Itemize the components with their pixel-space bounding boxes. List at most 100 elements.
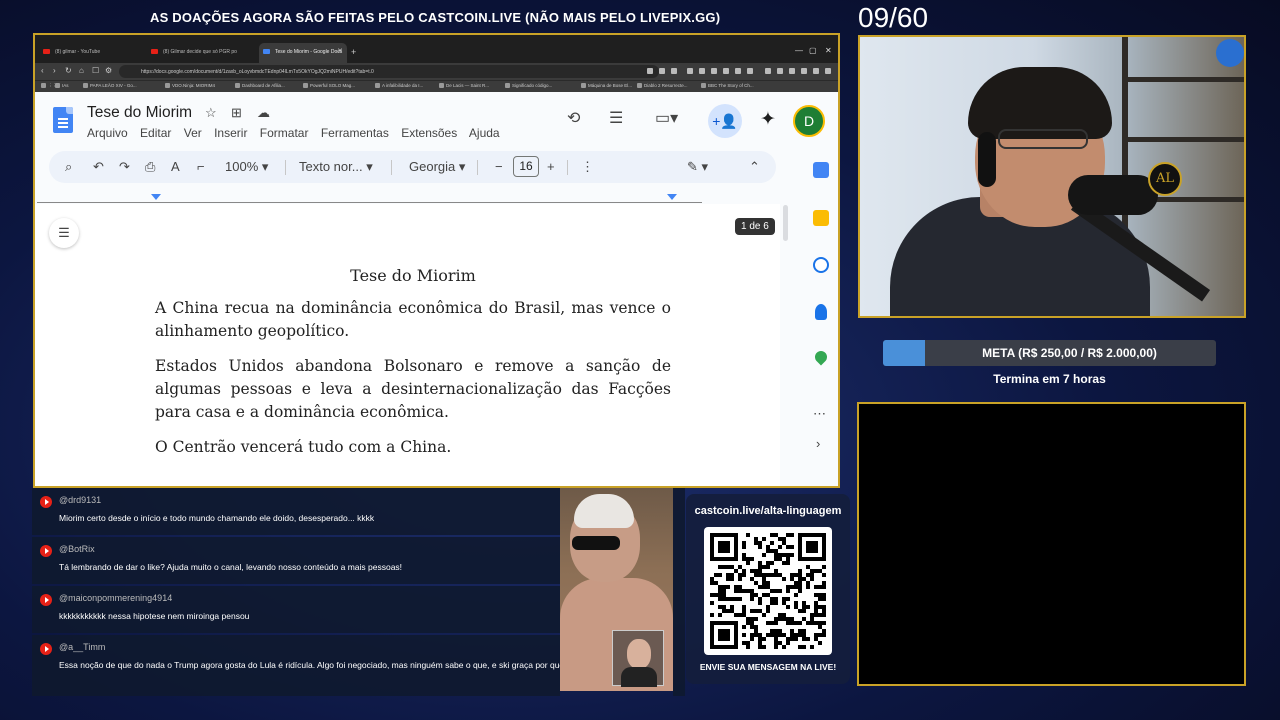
document-page[interactable]: Tese do Miorim A China recua na dominânc…: [35, 204, 780, 486]
style-select[interactable]: Texto nor... ▾: [299, 159, 373, 175]
bookmark-item[interactable]: Powerful SOLO Mag...: [303, 83, 355, 89]
document-heading: Tese do Miorim: [350, 266, 476, 285]
tab-youtube-1[interactable]: (8) gilmar - YouTube: [39, 43, 145, 63]
document-body[interactable]: Tese do Miorim A China recua na dominânc…: [155, 264, 671, 471]
folder-icon: [55, 83, 60, 89]
bookmark-item[interactable]: IAs: [55, 83, 69, 89]
more-options-icon[interactable]: ⋮: [581, 159, 594, 175]
qr-donation-card: castcoin.live/alta-linguagem ENVIE SUA M…: [686, 494, 850, 684]
bookmark-item[interactable]: Máquina de Bose El...: [581, 83, 632, 89]
undo-icon[interactable]: ↶: [93, 159, 104, 175]
maximize-icon[interactable]: ▢: [809, 46, 817, 55]
meet-icon[interactable]: ▭▾: [655, 108, 678, 128]
comments-icon[interactable]: ☰: [609, 108, 623, 128]
donation-banner: AS DOAÇÕES AGORA SÃO FEITAS PELO CASTCOI…: [150, 10, 721, 25]
url-input[interactable]: https://docs.google.com/document/d/1zaxb…: [119, 65, 659, 78]
bookmark-item[interactable]: A infalibilidade da I...: [375, 83, 423, 89]
profile-icon[interactable]: [813, 68, 819, 74]
bookmark-item[interactable]: BBC The Story of Ch...: [701, 83, 754, 89]
chat-text: Miorim certo desde o início e todo mundo…: [59, 513, 375, 523]
qr-code[interactable]: [704, 527, 832, 655]
search-icon[interactable]: ⌕: [65, 159, 72, 175]
decrease-font-icon[interactable]: −: [495, 159, 503, 174]
calendar-icon[interactable]: [813, 162, 829, 178]
media-icon[interactable]: [765, 68, 771, 74]
menu-icon[interactable]: [825, 68, 831, 74]
reload-icon[interactable]: ↻: [65, 66, 72, 75]
print-icon[interactable]: ⎙: [145, 159, 155, 175]
home-icon[interactable]: ⌂: [79, 66, 84, 75]
menu-inserir[interactable]: Inserir: [214, 126, 247, 140]
close-window-icon[interactable]: ✕: [825, 46, 832, 55]
menu-extensoes[interactable]: Extensões: [401, 126, 457, 140]
tasks-icon[interactable]: [813, 257, 829, 273]
scrollbar[interactable]: [783, 205, 788, 241]
bookmark-item[interactable]: PAPA LEÃO XIV - Go...: [83, 83, 137, 89]
right-indent-marker[interactable]: [667, 194, 677, 200]
share-button[interactable]: +👤: [708, 104, 742, 138]
keep-icon[interactable]: [813, 210, 829, 226]
bookmark-item[interactable]: Diablo 2 Resurrecte...: [637, 83, 688, 89]
extension-icon[interactable]: [723, 68, 729, 74]
tab-label: (8) Gilmar decide que só PGR po: [163, 49, 237, 55]
maps-icon[interactable]: [812, 348, 830, 366]
contacts-icon[interactable]: [815, 304, 827, 320]
account-avatar[interactable]: D: [793, 105, 825, 137]
outline-icon[interactable]: ☰: [49, 218, 79, 248]
site-info-icon[interactable]: ⚙: [105, 66, 112, 75]
toolbar-divider: [567, 160, 568, 175]
gemini-icon[interactable]: ✦: [760, 108, 776, 131]
history-icon[interactable]: ⟲: [567, 108, 580, 128]
increase-font-icon[interactable]: +: [547, 159, 555, 174]
collapse-menu-icon[interactable]: ⌃: [749, 159, 760, 175]
chat-username: @BotRix: [59, 544, 95, 554]
tab-youtube-2[interactable]: (8) Gilmar decide que só PGR po: [147, 43, 257, 63]
minimize-icon[interactable]: —: [795, 46, 803, 55]
more-apps-icon[interactable]: ⋯: [813, 406, 826, 422]
extension-icon[interactable]: [711, 68, 717, 74]
chat-username: @a__Timm: [59, 642, 106, 652]
zoom-icon[interactable]: [647, 68, 653, 74]
extension-icon[interactable]: [735, 68, 741, 74]
star-icon[interactable]: ☆: [205, 105, 217, 121]
menu-editar[interactable]: Editar: [140, 126, 171, 140]
star-icon[interactable]: [671, 68, 677, 74]
new-tab-icon[interactable]: +: [351, 47, 356, 57]
bookmark-icon[interactable]: ☐: [92, 66, 99, 75]
bookmark-item[interactable]: Significado código...: [505, 83, 552, 89]
extension-icon[interactable]: [789, 68, 795, 74]
cloud-saved-icon: ☁: [257, 105, 270, 120]
bookmark-item[interactable]: De Lacis — Saint R...: [439, 83, 489, 89]
back-icon[interactable]: ‹: [41, 66, 44, 75]
expand-panel-icon[interactable]: ›: [816, 436, 820, 451]
chat-message: @drd9131 Miorim certo desde o início e t…: [32, 488, 560, 535]
forward-icon[interactable]: ›: [53, 66, 56, 75]
menu-ferramentas[interactable]: Ferramentas: [321, 126, 389, 140]
close-tab-icon[interactable]: ✕: [337, 47, 343, 55]
youtube-favicon-icon: [83, 83, 88, 89]
menu-ver[interactable]: Ver: [184, 126, 202, 140]
bookmark-item[interactable]: Dashboard de Afilia...: [235, 83, 285, 89]
redo-icon[interactable]: ↷: [119, 159, 130, 175]
menu-arquivo[interactable]: Arquivo: [87, 126, 128, 140]
menu-ajuda[interactable]: Ajuda: [469, 126, 500, 140]
zoom-select[interactable]: 100% ▾: [225, 159, 268, 175]
tab-google-docs[interactable]: Tese do Miorim - Google Docs ✕: [259, 43, 347, 63]
left-indent-marker[interactable]: [151, 194, 161, 200]
docs-logo-icon[interactable]: [53, 107, 73, 133]
font-size-input[interactable]: 16: [513, 156, 539, 177]
spellcheck-icon[interactable]: A: [171, 159, 180, 174]
extension-icon[interactable]: [699, 68, 705, 74]
bookmark-item[interactable]: VDO.Ninja: MIORIM4: [165, 83, 215, 89]
menu-formatar[interactable]: Formatar: [260, 126, 309, 140]
extension-icon[interactable]: [777, 68, 783, 74]
move-folder-icon[interactable]: ⊞: [231, 105, 242, 121]
share-icon[interactable]: [659, 68, 665, 74]
extension-icon[interactable]: [801, 68, 807, 74]
extension-icon[interactable]: [687, 68, 693, 74]
editing-mode-icon[interactable]: ✎ ▾: [687, 159, 708, 175]
document-title[interactable]: Tese do Miorim: [87, 104, 192, 122]
font-select[interactable]: Georgia ▾: [409, 159, 465, 175]
extension-icon[interactable]: [747, 68, 753, 74]
paint-format-icon[interactable]: ⌐: [197, 159, 205, 174]
